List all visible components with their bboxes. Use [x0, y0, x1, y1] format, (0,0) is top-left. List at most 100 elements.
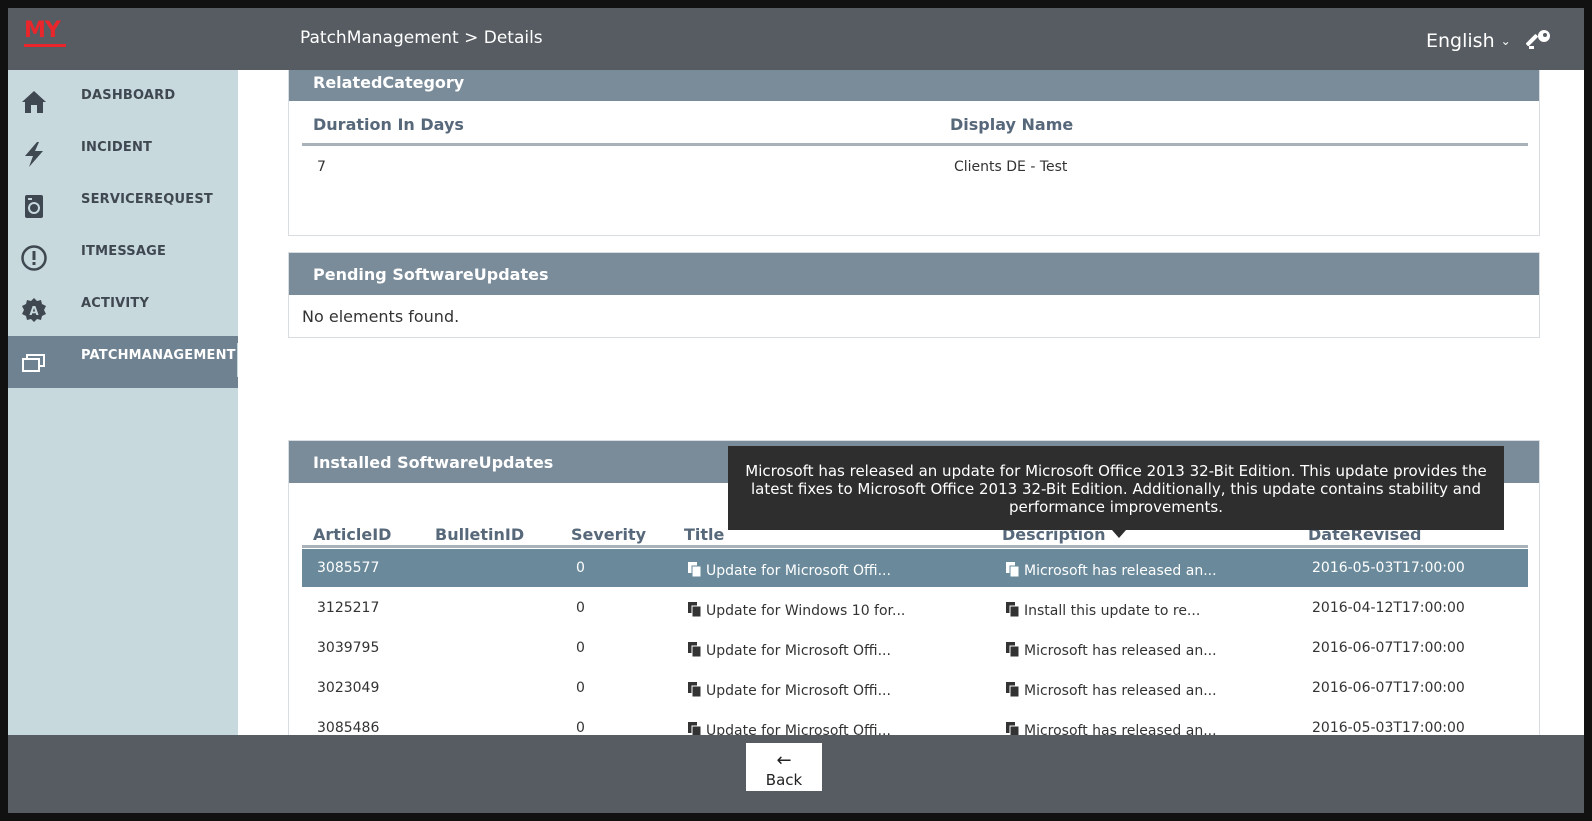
home-icon [22, 91, 46, 113]
column-header-title[interactable]: Title [684, 525, 724, 544]
back-button-label: Back [765, 771, 803, 789]
cell-description-text: Microsoft has released an... [1024, 683, 1217, 699]
sidebar-item-servicerequest[interactable]: SERVICEREQUEST [8, 180, 238, 232]
table-row[interactable]: 3085577 0 Update for Microsoft Offi... M… [302, 549, 1528, 587]
sidebar-item-label: ACTIVITY [81, 296, 150, 311]
document-icon [688, 602, 702, 617]
cell-title[interactable]: Update for Microsoft Offi... [688, 560, 891, 579]
cell-title-text: Update for Microsoft Offi... [706, 683, 891, 699]
description-tooltip: Microsoft has released an update for Mic… [728, 446, 1504, 530]
breadcrumb: PatchManagement > Details [300, 28, 543, 48]
cell-articleid: 3125217 [317, 600, 380, 616]
document-icon [688, 722, 702, 735]
cell-severity: 0 [576, 720, 585, 735]
empty-state-text: No elements found. [302, 307, 460, 326]
column-header-duration[interactable]: Duration In Days [313, 115, 464, 134]
cell-title-text: Update for Microsoft Offi... [706, 563, 891, 579]
top-bar: MY PatchManagement > Details English ⌄ [8, 8, 1584, 70]
activity-badge-icon: A [22, 298, 46, 322]
language-selector[interactable]: English ⌄ [1426, 30, 1511, 52]
sidebar-item-label: INCIDENT [81, 140, 153, 155]
language-label: English [1426, 30, 1495, 52]
cell-title[interactable]: Update for Microsoft Offi... [688, 720, 891, 735]
document-icon [1006, 682, 1020, 697]
sidebar-item-patchmanagement[interactable]: PATCHMANAGEMENT [8, 336, 238, 388]
document-icon [688, 562, 702, 577]
sidebar: DASHBOARD INCIDENT SERVICEREQUEST ITMESS… [8, 70, 238, 735]
app-window: MY PatchManagement > Details English ⌄ DA… [0, 0, 1592, 821]
sidebar-item-activity[interactable]: A ACTIVITY [8, 284, 238, 336]
cell-description-text: Install this update to re... [1024, 603, 1201, 619]
footer-bar: ← Back [8, 735, 1584, 813]
cell-description[interactable]: Microsoft has released an... [1006, 680, 1217, 699]
table-row[interactable]: 3125217 0 Update for Windows 10 for... I… [302, 589, 1528, 627]
cell-severity: 0 [576, 640, 585, 656]
cell-description[interactable]: Microsoft has released an... [1006, 640, 1217, 659]
panel-title: RelatedCategory [289, 70, 1539, 101]
header-divider [302, 545, 1528, 548]
logo-underline [24, 44, 66, 47]
sidebar-item-label: ITMESSAGE [81, 244, 167, 259]
service-request-icon [25, 195, 43, 218]
lightning-icon [25, 142, 43, 167]
cell-description-text: Microsoft has released an... [1024, 723, 1217, 735]
panel-title: Pending SoftwareUpdates [289, 253, 1539, 295]
cell-title-text: Update for Microsoft Offi... [706, 723, 891, 735]
cell-articleid: 3039795 [317, 640, 380, 656]
cell-articleid: 3085577 [317, 560, 380, 576]
column-header-bulletinid[interactable]: BulletinID [435, 525, 524, 544]
column-header-articleid[interactable]: ArticleID [313, 525, 391, 544]
cell-description[interactable]: Install this update to re... [1006, 600, 1200, 619]
cell-severity: 0 [576, 600, 585, 616]
sidebar-item-dashboard[interactable]: DASHBOARD [8, 76, 238, 128]
document-icon [1006, 562, 1020, 577]
pending-updates-panel: Pending SoftwareUpdates No elements foun… [288, 252, 1540, 338]
cell-description-text: Microsoft has released an... [1024, 643, 1217, 659]
main-content[interactable]: RelatedCategory Duration In Days Display… [238, 70, 1584, 735]
related-category-panel: RelatedCategory Duration In Days Display… [288, 70, 1540, 236]
cell-description[interactable]: Microsoft has released an... [1006, 560, 1217, 579]
chevron-down-icon: ⌄ [1500, 34, 1511, 48]
arrow-left-icon: ← [776, 750, 792, 771]
cell-title-text: Update for Windows 10 for... [706, 603, 906, 619]
table-row[interactable]: 3023049 0 Update for Microsoft Offi... M… [302, 669, 1528, 707]
cell-daterevised: 2016-06-07T17:00:00 [1312, 680, 1465, 696]
cell-articleid: 3023049 [317, 680, 380, 696]
sidebar-item-label: DASHBOARD [81, 88, 176, 103]
document-icon [1006, 602, 1020, 617]
back-button[interactable]: ← Back [746, 743, 822, 791]
key-icon[interactable] [1526, 28, 1552, 54]
cell-severity: 0 [576, 560, 585, 576]
stacked-windows-icon [22, 354, 45, 372]
svg-text:A: A [29, 304, 39, 318]
tooltip-arrow [1112, 530, 1126, 538]
cell-duration: 7 [317, 159, 326, 175]
document-icon [1006, 722, 1020, 735]
cell-display-name: Clients DE - Test [954, 159, 1068, 175]
cell-title[interactable]: Update for Windows 10 for... [688, 600, 905, 619]
cell-articleid: 3085486 [317, 720, 380, 735]
sidebar-item-label: SERVICEREQUEST [81, 192, 213, 207]
logo-text: MY [24, 18, 61, 43]
document-icon [688, 642, 702, 657]
cell-description[interactable]: Microsoft has released an... [1006, 720, 1217, 735]
table-row[interactable]: 3039795 0 Update for Microsoft Offi... M… [302, 629, 1528, 667]
sidebar-item-incident[interactable]: INCIDENT [8, 128, 238, 180]
sidebar-item-itmessage[interactable]: ITMESSAGE [8, 232, 238, 284]
column-header-display-name[interactable]: Display Name [950, 115, 1073, 134]
header-divider [302, 143, 1528, 146]
sidebar-item-label: PATCHMANAGEMENT [81, 348, 236, 363]
cell-description-text: Microsoft has released an... [1024, 563, 1217, 579]
cell-title[interactable]: Update for Microsoft Offi... [688, 680, 891, 699]
table-row[interactable]: 3085486 0 Update for Microsoft Offi... M… [302, 709, 1528, 735]
cell-title[interactable]: Update for Microsoft Offi... [688, 640, 891, 659]
cell-daterevised: 2016-04-12T17:00:00 [1312, 600, 1465, 616]
alert-circle-icon [21, 245, 47, 271]
cell-daterevised: 2016-05-03T17:00:00 [1312, 720, 1465, 735]
document-icon [1006, 642, 1020, 657]
logo[interactable]: MY [24, 20, 72, 60]
cell-severity: 0 [576, 680, 585, 696]
cell-title-text: Update for Microsoft Offi... [706, 643, 891, 659]
cell-daterevised: 2016-06-07T17:00:00 [1312, 640, 1465, 656]
column-header-severity[interactable]: Severity [571, 525, 646, 544]
